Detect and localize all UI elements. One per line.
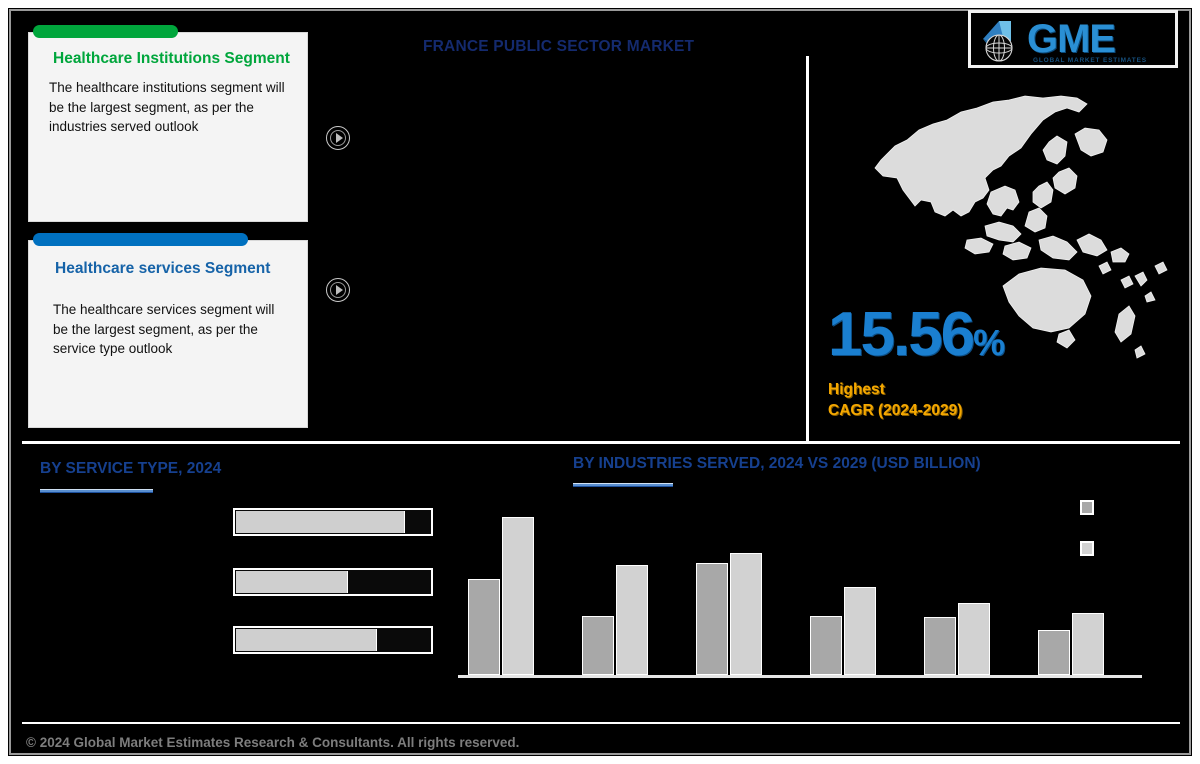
hbar-track (233, 508, 433, 536)
legend-swatch-2029 (1080, 541, 1094, 556)
hbar-track (233, 626, 433, 654)
bar-2024 (1038, 630, 1070, 675)
bar-group (924, 515, 996, 675)
bar-2024 (924, 617, 956, 675)
bar-group (696, 515, 768, 675)
card-accent-bar (33, 233, 248, 246)
card-accent-bar (33, 25, 178, 38)
circle-arrow-icon (326, 278, 350, 302)
logo-tagline: GLOBAL MARKET ESTIMATES (1033, 57, 1147, 64)
industries-served-title-rule (573, 483, 673, 487)
service-type-bar-chart (233, 508, 438, 663)
bar-2024 (582, 615, 614, 675)
hbar-fill (236, 571, 348, 593)
bar-group (810, 515, 882, 675)
bar-2029 (730, 553, 762, 675)
vertical-divider (806, 56, 809, 443)
cagr-label: Highest CAGR (2024-2029) (828, 380, 962, 422)
cagr-value: 15.56% (828, 304, 1005, 366)
bar-2029 (1072, 612, 1104, 675)
footer-copyright: © 2024 Global Market Estimates Research … (26, 735, 520, 750)
globe-icon (977, 15, 1025, 63)
logo-wordmark: GME (1027, 17, 1116, 61)
top-section: FRANCE PUBLIC SECTOR MARKET GME GLOBAL M… (8, 8, 1192, 443)
bar-2029 (958, 603, 990, 675)
bar-2024 (810, 615, 842, 675)
bar-2024 (696, 563, 728, 675)
gme-logo: GME GLOBAL MARKET ESTIMATES (968, 10, 1178, 68)
hbar-fill (236, 511, 405, 533)
bar-2029 (616, 564, 648, 675)
circle-arrow-icon (326, 126, 350, 150)
chart-baseline-axis (458, 675, 1142, 678)
percent-symbol: % (973, 322, 1005, 363)
infographic-page: FRANCE PUBLIC SECTOR MARKET GME GLOBAL M… (0, 0, 1200, 764)
hbar-fill (236, 629, 378, 651)
hbar-row (233, 626, 433, 654)
service-type-chart-title: BY SERVICE TYPE, 2024 (40, 460, 222, 477)
legend-swatch-2024 (1080, 500, 1094, 515)
card-body: The healthcare institutions segment will… (49, 80, 285, 134)
bar-2024 (468, 579, 500, 675)
hbar-row (233, 568, 433, 596)
industries-served-bar-chart (458, 503, 1148, 678)
bar-group (468, 515, 540, 675)
segment-card-healthcare-services: Healthcare services Segment The healthca… (28, 233, 308, 428)
segment-card-healthcare-institutions: Healthcare Institutions Segment The heal… (28, 25, 308, 222)
bar-2029 (502, 516, 534, 675)
hbar-row (233, 508, 433, 536)
cagr-label-line1: Highest (828, 381, 885, 398)
horizontal-divider (22, 441, 1180, 444)
card-body: The healthcare services segment will be … (53, 302, 275, 356)
cagr-number: 15.56 (828, 300, 975, 369)
hbar-track (233, 568, 433, 596)
footer-divider (22, 722, 1180, 724)
cagr-label-line2: CAGR (2024-2029) (828, 401, 963, 419)
card-title: Healthcare services Segment (55, 260, 271, 277)
card-title: Healthcare Institutions Segment (53, 50, 290, 67)
industries-served-chart-title: BY INDUSTRIES SERVED, 2024 VS 2029 (USD … (573, 455, 981, 472)
bar-group (582, 515, 654, 675)
bar-2029 (844, 587, 876, 675)
page-title: FRANCE PUBLIC SECTOR MARKET (423, 38, 695, 55)
bar-group (1038, 515, 1110, 675)
service-type-title-rule (40, 489, 153, 493)
